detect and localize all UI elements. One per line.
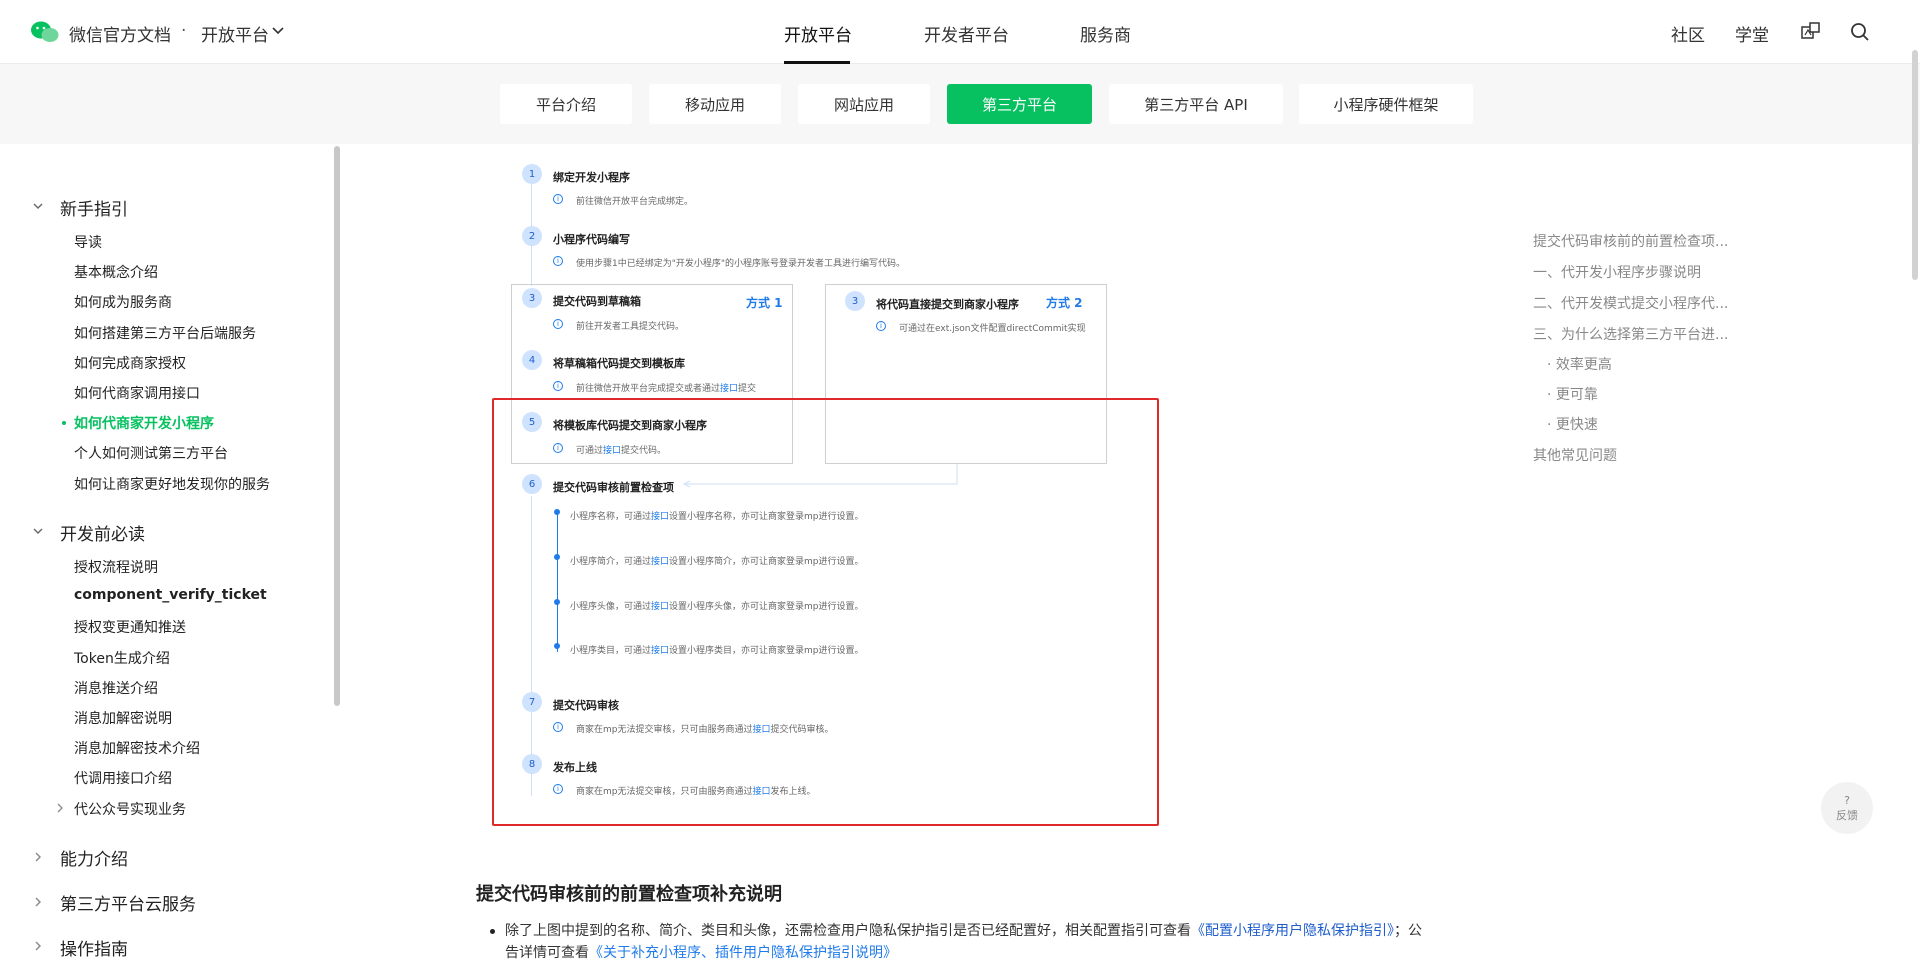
- top-header: 微信官方文档 · 开放平台 开放平台 开发者平台 服务商 社区 学堂: [0, 0, 1920, 64]
- toc-item[interactable]: 二、代开发模式提交小程序代...: [1533, 293, 1728, 313]
- sidebar-item-encryption-tech[interactable]: 消息加解密技术介绍: [74, 738, 200, 758]
- sidebar-item-call-api[interactable]: 如何代商家调用接口: [74, 383, 200, 403]
- sidebar-section-must-read[interactable]: 开发前必读: [60, 520, 145, 545]
- chevron-down-icon[interactable]: [32, 200, 44, 212]
- privacy-notice-link[interactable]: 《关于补充小程序、插件用户隐私保护指引说明》: [589, 945, 897, 961]
- api-link[interactable]: 接口: [720, 384, 738, 394]
- category-miniprogram-hardware[interactable]: 小程序硬件框架: [1299, 84, 1473, 124]
- link-academy[interactable]: 学堂: [1735, 21, 1769, 46]
- feedback-label: 反馈: [1836, 808, 1858, 822]
- toc-item[interactable]: · 更快速: [1547, 414, 1598, 434]
- mode-label: 方式 2: [1046, 296, 1083, 310]
- translate-icon[interactable]: [1800, 21, 1822, 43]
- toc-item[interactable]: 三、为什么选择第三方平台进...: [1533, 324, 1728, 344]
- sidebar-item-develop-miniprogram[interactable]: 如何代商家开发小程序: [74, 413, 214, 433]
- category-bar: 平台介绍 移动应用 网站应用 第三方平台 第三方平台 API 小程序硬件框架: [0, 64, 1920, 144]
- info-icon: i: [553, 319, 563, 329]
- brand-separator: ·: [181, 21, 187, 41]
- nav-developer-platform[interactable]: 开发者平台: [924, 21, 1009, 46]
- step-number: 4: [522, 350, 542, 370]
- privacy-guide-link[interactable]: 《配置小程序用户隐私保护指引》: [1191, 923, 1394, 939]
- category-third-party-api[interactable]: 第三方平台 API: [1109, 84, 1283, 124]
- step-number: 3: [845, 291, 865, 311]
- step-number: 2: [522, 226, 542, 246]
- category-website-app[interactable]: 网站应用: [798, 84, 930, 124]
- step-desc: 可通过在ext.json文件配置directCommit实现: [899, 324, 1086, 334]
- sidebar-scrollbar[interactable]: [334, 146, 340, 706]
- platform-switcher[interactable]: 开放平台: [201, 21, 269, 46]
- step-title: 提交代码到草稿箱: [553, 295, 641, 308]
- sidebar-section-cloud-service[interactable]: 第三方平台云服务: [60, 890, 196, 915]
- highlight-box: [492, 398, 1159, 826]
- chevron-right-icon[interactable]: [32, 851, 44, 863]
- article-paragraph: 除了上图中提到的名称、简介、类目和头像，还需检查用户隐私保护指引是否已经配置好，…: [505, 923, 1422, 939]
- article-paragraph: 告详情可查看《关于补充小程序、插件用户隐私保护指引说明》: [505, 945, 897, 961]
- sidebar-item-build-backend[interactable]: 如何搭建第三方平台后端服务: [74, 323, 256, 343]
- page-scrollbar[interactable]: [1912, 50, 1918, 280]
- sidebar-item-personal-test[interactable]: 个人如何测试第三方平台: [74, 443, 228, 463]
- sidebar-item-basic-concepts[interactable]: 基本概念介绍: [74, 262, 158, 282]
- sidebar-item-become-provider[interactable]: 如何成为服务商: [74, 292, 172, 312]
- chevron-right-icon[interactable]: [56, 803, 64, 813]
- step-desc: 前往微信开放平台完成提交或者通过接口提交: [576, 384, 757, 394]
- step-number: 1: [522, 164, 542, 184]
- info-icon: i: [553, 256, 563, 266]
- sidebar-section-operation-guide[interactable]: 操作指南: [60, 935, 128, 960]
- sidebar-section-capabilities[interactable]: 能力介绍: [60, 845, 128, 870]
- sidebar-item-encryption[interactable]: 消息加解密说明: [74, 708, 172, 728]
- chevron-right-icon[interactable]: [32, 940, 44, 952]
- category-mobile-app[interactable]: 移动应用: [649, 84, 781, 124]
- sidebar-item-token[interactable]: Token生成介绍: [74, 648, 170, 668]
- link-community[interactable]: 社区: [1671, 21, 1705, 46]
- sidebar-item-proxy-api[interactable]: 代调用接口介绍: [74, 768, 172, 788]
- info-icon: i: [876, 321, 886, 331]
- left-sidebar: [0, 144, 334, 953]
- step-title: 将代码直接提交到商家小程序: [876, 298, 1019, 311]
- feedback-button[interactable]: ? 反馈: [1821, 782, 1873, 834]
- search-icon[interactable]: [1849, 21, 1871, 43]
- active-indicator: [62, 421, 66, 425]
- section-heading: 提交代码审核前的前置检查项补充说明: [476, 884, 782, 905]
- chevron-down-icon[interactable]: [32, 525, 44, 537]
- sidebar-section-beginner-guide[interactable]: 新手指引: [60, 195, 128, 220]
- nav-open-platform[interactable]: 开放平台: [784, 21, 852, 46]
- step-desc: 使用步骤1中已经绑定为"开发小程序"的小程序账号登录开发者工具进行编写代码。: [576, 259, 906, 269]
- step-desc: 前往微信开放平台完成绑定。: [576, 197, 694, 207]
- category-third-party-platform[interactable]: 第三方平台: [947, 84, 1092, 124]
- chevron-down-icon[interactable]: [272, 26, 284, 36]
- sidebar-item-verify-ticket[interactable]: component_verify_ticket: [74, 587, 267, 603]
- step-title: 将草稿箱代码提交到模板库: [553, 357, 685, 370]
- step-number: 3: [522, 288, 542, 308]
- sidebar-item-auth-change[interactable]: 授权变更通知推送: [74, 617, 186, 637]
- wechat-logo-icon[interactable]: [30, 19, 60, 45]
- sidebar-item-merchant-auth[interactable]: 如何完成商家授权: [74, 353, 186, 373]
- info-icon: i: [553, 381, 563, 391]
- sidebar-item-intro[interactable]: 导读: [74, 232, 102, 252]
- nav-service-provider[interactable]: 服务商: [1080, 21, 1131, 46]
- question-icon: ?: [1844, 793, 1850, 807]
- step-desc: 前往开发者工具提交代码。: [576, 322, 685, 332]
- sidebar-item-official-account[interactable]: 代公众号实现业务: [74, 799, 186, 819]
- toc-item[interactable]: 一、代开发小程序步骤说明: [1533, 262, 1701, 282]
- step-title: 小程序代码编写: [553, 233, 630, 246]
- list-bullet: [490, 929, 495, 934]
- toc-item[interactable]: · 效率更高: [1547, 354, 1612, 374]
- info-icon: i: [553, 194, 563, 204]
- chevron-right-icon[interactable]: [32, 896, 44, 908]
- mode-label: 方式 1: [746, 296, 783, 310]
- sidebar-item-auth-flow[interactable]: 授权流程说明: [74, 557, 158, 577]
- sidebar-item-message-push[interactable]: 消息推送介绍: [74, 678, 158, 698]
- brand-title[interactable]: 微信官方文档: [69, 21, 171, 46]
- toc-item[interactable]: 提交代码审核前的前置检查项...: [1533, 231, 1728, 251]
- toc-item[interactable]: · 更可靠: [1547, 384, 1598, 404]
- category-platform-intro[interactable]: 平台介绍: [500, 84, 632, 124]
- sidebar-item-discover-service[interactable]: 如何让商家更好地发现你的服务: [74, 474, 270, 494]
- step-title: 绑定开发小程序: [553, 171, 630, 184]
- toc-item[interactable]: 其他常见问题: [1533, 445, 1617, 465]
